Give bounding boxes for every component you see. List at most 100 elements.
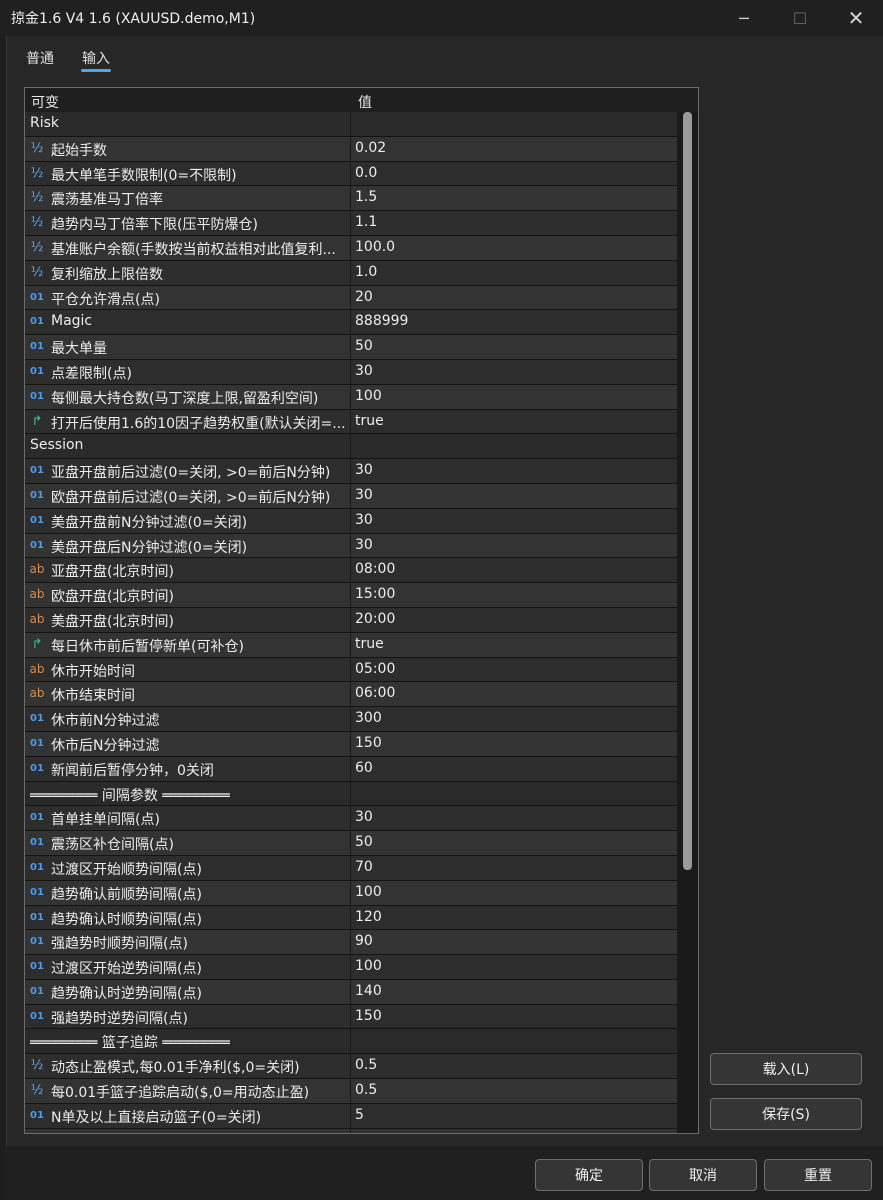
parameter-value[interactable]: true bbox=[355, 413, 384, 429]
parameter-row[interactable]: 01 趋势确认时顺势间隔(点) 120 bbox=[25, 905, 677, 931]
parameter-row[interactable]: 01 震荡区补仓间隔(点) 50 bbox=[25, 831, 677, 856]
parameter-row[interactable]: ½ N单及以上净利$启动篮子 10.0 bbox=[25, 1128, 677, 1133]
parameter-value[interactable]: 30 bbox=[355, 363, 373, 379]
parameter-value[interactable]: 50 bbox=[355, 338, 373, 354]
parameter-name: 震荡基准马丁倍率 bbox=[51, 192, 163, 209]
parameter-value[interactable]: 1.5 bbox=[355, 189, 377, 205]
parameter-value[interactable]: 30 bbox=[355, 487, 373, 503]
parameter-row[interactable]: 01 强趋势时逆势间隔(点) 150 bbox=[25, 1004, 677, 1030]
parameter-row[interactable]: ½ 震荡基准马丁倍率 1.5 bbox=[25, 186, 677, 212]
vertical-scrollbar[interactable] bbox=[677, 112, 698, 1133]
parameter-value[interactable]: 100 bbox=[355, 388, 382, 404]
parameter-row[interactable]: ½ 最大单笔手数限制(0=不限制) 0.0 bbox=[25, 161, 677, 187]
parameter-value[interactable]: 140 bbox=[355, 983, 382, 999]
parameter-row[interactable]: 01 趋势确认时逆势间隔(点) 140 bbox=[25, 979, 677, 1005]
parameter-row[interactable]: 01 N单及以上直接启动篮子(0=关闭) 5 bbox=[25, 1103, 677, 1129]
parameter-value[interactable]: 50 bbox=[355, 834, 373, 850]
parameter-row[interactable]: ab 休市结束时间 06:00 bbox=[25, 682, 677, 708]
parameter-row[interactable]: ½ 动态止盈模式,每0.01手净利($,0=关闭) 0.5 bbox=[25, 1054, 677, 1080]
parameter-row[interactable]: ab 欧盘开盘(北京时间) 15:00 bbox=[25, 583, 677, 608]
parameter-row[interactable]: ab 休市开始时间 05:00 bbox=[25, 657, 677, 683]
minimize-icon[interactable]: ─ bbox=[721, 0, 767, 36]
parameter-row[interactable]: 01 美盘开盘前N分钟过滤(0=关闭) 30 bbox=[25, 508, 677, 534]
parameter-value[interactable]: 5 bbox=[355, 1107, 364, 1123]
parameter-row[interactable]: ½ 趋势内马丁倍率下限(压平防爆仓) 1.1 bbox=[25, 211, 677, 236]
parameter-value[interactable]: 30 bbox=[355, 512, 373, 528]
scrollbar-thumb[interactable] bbox=[683, 112, 692, 870]
parameter-value[interactable]: 30 bbox=[355, 809, 373, 825]
parameter-value[interactable]: 1.1 bbox=[355, 214, 377, 230]
parameter-row[interactable]: 01 最大单量 50 bbox=[25, 335, 677, 360]
parameter-value[interactable]: 300 bbox=[355, 710, 382, 726]
parameter-value[interactable]: 70 bbox=[355, 859, 373, 875]
load-button[interactable]: 载入(L) bbox=[710, 1053, 862, 1085]
parameter-row[interactable]: ½ 基准账户余额(手数按当前权益相对此值复利... 100.0 bbox=[25, 235, 677, 261]
parameter-row[interactable]: 01 亚盘开盘前后过滤(0=关闭, >0=前后N分钟) 30 bbox=[25, 459, 677, 484]
parameter-value[interactable]: 06:00 bbox=[355, 685, 395, 701]
parameter-value[interactable]: 10.0 bbox=[355, 1132, 386, 1133]
parameter-value[interactable]: 150 bbox=[355, 735, 382, 751]
parameter-row[interactable]: ↱ 每日休市前后暂停新单(可补仓) true bbox=[25, 632, 677, 658]
variable-cell: 01 亚盘开盘前后过滤(0=关闭, >0=前后N分钟) bbox=[25, 459, 351, 483]
parameter-row[interactable]: ½ 复利缩放上限倍数 1.0 bbox=[25, 260, 677, 286]
parameter-value[interactable]: 120 bbox=[355, 909, 382, 925]
parameter-row[interactable]: 01 首单挂单间隔(点) 30 bbox=[25, 806, 677, 832]
parameter-row[interactable]: 01 Magic 888999 bbox=[25, 310, 677, 336]
parameter-row[interactable]: ↱ 打开后使用1.6的10因子趋势权重(默认关闭=... true bbox=[25, 409, 677, 435]
parameter-row[interactable]: 01 休市前N分钟过滤 300 bbox=[25, 707, 677, 732]
parameter-row[interactable]: 01 每侧最大持仓数(马丁深度上限,留盈利空间) 100 bbox=[25, 384, 677, 410]
parameter-row[interactable]: 01 趋势确认前顺势间隔(点) 100 bbox=[25, 880, 677, 906]
parameter-value[interactable]: 100 bbox=[355, 884, 382, 900]
parameter-value[interactable]: 0.5 bbox=[355, 1057, 377, 1073]
group-row[interactable]: ════════ 篮子追踪 ════════ bbox=[25, 1029, 677, 1055]
parameter-row[interactable]: ½ 每0.01手篮子追踪启动($,0=用动态止盈) 0.5 bbox=[25, 1079, 677, 1104]
parameter-row[interactable]: ½ 起始手数 0.02 bbox=[25, 136, 677, 162]
parameter-row[interactable]: 01 休市后N分钟过滤 150 bbox=[25, 731, 677, 757]
cancel-button[interactable]: 取消 bbox=[649, 1159, 757, 1191]
parameter-row[interactable]: 01 美盘开盘后N分钟过滤(0=关闭) 30 bbox=[25, 533, 677, 559]
parameter-value[interactable]: 0.5 bbox=[355, 1082, 377, 1098]
parameter-value[interactable]: 20 bbox=[355, 289, 373, 305]
parameter-row[interactable]: ab 美盘开盘(北京时间) 20:00 bbox=[25, 607, 677, 633]
close-icon[interactable]: ✕ bbox=[833, 0, 879, 36]
group-row[interactable]: ════════ 间隔参数 ════════ bbox=[25, 781, 677, 807]
parameter-value[interactable]: 05:00 bbox=[355, 661, 395, 677]
parameter-row[interactable]: 01 过渡区开始逆势间隔(点) 100 bbox=[25, 955, 677, 980]
ok-button[interactable]: 确定 bbox=[535, 1159, 643, 1191]
parameter-value[interactable]: 15:00 bbox=[355, 586, 395, 602]
parameter-value[interactable]: 08:00 bbox=[355, 561, 395, 577]
parameter-value[interactable]: 1.0 bbox=[355, 264, 377, 280]
boolean-type-icon: ↱ bbox=[31, 636, 43, 652]
parameter-value[interactable]: true bbox=[355, 636, 384, 652]
parameter-row[interactable]: 01 新闻前后暂停分钟，0关闭 60 bbox=[25, 756, 677, 782]
parameter-row[interactable]: 01 欧盘开盘前后过滤(0=关闭, >0=前后N分钟) 30 bbox=[25, 483, 677, 509]
double-type-icon: ½ bbox=[30, 264, 44, 280]
parameter-value[interactable]: 30 bbox=[355, 537, 373, 553]
parameter-value[interactable]: 888999 bbox=[355, 313, 408, 329]
tab-inputs[interactable]: 输入 bbox=[82, 48, 110, 68]
parameter-value[interactable]: 100.0 bbox=[355, 239, 395, 255]
maximize-icon[interactable]: ☐ bbox=[777, 0, 823, 36]
parameter-row[interactable]: 01 强趋势时顺势间隔(点) 90 bbox=[25, 930, 677, 956]
parameter-value[interactable]: 20:00 bbox=[355, 611, 395, 627]
column-header-value[interactable]: 值 bbox=[358, 92, 372, 112]
parameter-value[interactable]: 30 bbox=[355, 462, 373, 478]
reset-button[interactable]: 重置 bbox=[764, 1159, 872, 1191]
parameter-value[interactable]: 0.02 bbox=[355, 140, 386, 156]
parameter-row[interactable]: ab 亚盘开盘(北京时间) 08:00 bbox=[25, 558, 677, 584]
parameter-value[interactable]: 60 bbox=[355, 760, 373, 776]
group-row[interactable]: Risk bbox=[25, 112, 677, 137]
save-button[interactable]: 保存(S) bbox=[710, 1098, 862, 1130]
integer-type-icon: 01 bbox=[30, 936, 44, 948]
group-row[interactable]: Session bbox=[25, 434, 677, 460]
parameter-row[interactable]: 01 过渡区开始顺势间隔(点) 70 bbox=[25, 855, 677, 881]
column-header-variable[interactable]: 可变 bbox=[31, 92, 59, 112]
parameter-value[interactable]: 150 bbox=[355, 1008, 382, 1024]
parameter-value[interactable]: 0.0 bbox=[355, 165, 377, 181]
window-title: 掠金1.6 V4 1.6 (XAUUSD.demo,M1) bbox=[11, 11, 256, 27]
tab-general[interactable]: 普通 bbox=[26, 48, 54, 68]
parameter-row[interactable]: 01 平仓允许滑点(点) 20 bbox=[25, 285, 677, 311]
parameter-value[interactable]: 90 bbox=[355, 933, 373, 949]
parameter-row[interactable]: 01 点差限制(点) 30 bbox=[25, 359, 677, 385]
parameter-value[interactable]: 100 bbox=[355, 958, 382, 974]
